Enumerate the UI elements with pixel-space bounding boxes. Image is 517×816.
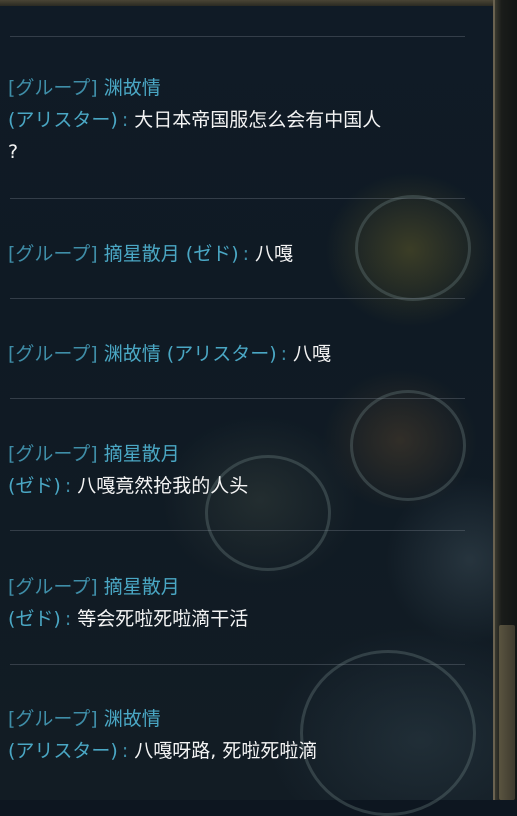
separator: : bbox=[121, 109, 129, 131]
message-divider bbox=[10, 298, 465, 299]
chat-message: [グループ] 摘星散月 (ゼド): 八嘎竟然抢我的人头 bbox=[8, 438, 478, 502]
message-divider bbox=[10, 198, 465, 199]
message-text: 八嘎竟然抢我的人头 bbox=[77, 475, 249, 497]
channel-tag: [グループ] bbox=[8, 243, 98, 265]
sender-champion: (アリスター) bbox=[166, 343, 277, 365]
sender-champion: (アリスター) bbox=[8, 740, 118, 762]
scrollbar-thumb[interactable] bbox=[499, 625, 515, 800]
sender-name[interactable]: 摘星散月 bbox=[104, 576, 180, 598]
separator: : bbox=[242, 243, 250, 265]
message-text: 等会死啦死啦滴干活 bbox=[77, 608, 249, 630]
sender-name[interactable]: 渊故情 bbox=[104, 343, 161, 365]
separator: : bbox=[280, 343, 288, 365]
sender-name[interactable]: 摘星散月 bbox=[104, 443, 180, 465]
message-text: 大日本帝国服怎么会有中国人 bbox=[134, 109, 382, 131]
channel-tag: [グループ] bbox=[8, 443, 98, 465]
channel-tag: [グループ] bbox=[8, 77, 98, 99]
sender-champion: (ゼド) bbox=[8, 608, 61, 630]
message-text: 八嘎 bbox=[255, 243, 294, 265]
sender-champion: (ゼド) bbox=[8, 475, 61, 497]
message-divider bbox=[10, 530, 465, 531]
chat-message: [グループ] 摘星散月 (ゼド): 八嘎 bbox=[8, 238, 478, 270]
message-text: 八嘎呀路, 死啦死啦滴 bbox=[134, 740, 318, 762]
chat-scrollbar[interactable] bbox=[493, 0, 517, 800]
chat-message: [グループ] 渊故情 (アリスター): 大日本帝国服怎么会有中国人 ? bbox=[8, 72, 478, 168]
message-text: ? bbox=[8, 141, 19, 163]
channel-tag: [グループ] bbox=[8, 708, 98, 730]
sender-name[interactable]: 渊故情 bbox=[104, 708, 161, 730]
message-divider bbox=[10, 664, 465, 665]
sender-champion: (ゼド) bbox=[185, 243, 239, 265]
chat-message: [グループ] 渊故情 (アリスター): 八嘎 bbox=[8, 338, 478, 370]
chat-log[interactable]: [グループ] 渊故情 (アリスター): 大日本帝国服怎么会有中国人 ? [グループ… bbox=[0, 0, 495, 800]
message-divider bbox=[10, 398, 465, 399]
message-divider bbox=[10, 36, 465, 37]
message-text: 八嘎 bbox=[293, 343, 332, 365]
chat-message: [グループ] 摘星散月 (ゼド): 等会死啦死啦滴干活 bbox=[8, 571, 478, 635]
separator: : bbox=[64, 475, 72, 497]
sender-name[interactable]: 渊故情 bbox=[104, 77, 161, 99]
sender-name[interactable]: 摘星散月 bbox=[104, 243, 180, 265]
separator: : bbox=[64, 608, 72, 630]
sender-champion: (アリスター) bbox=[8, 109, 118, 131]
chat-message: [グループ] 渊故情 (アリスター): 八嘎呀路, 死啦死啦滴 bbox=[8, 703, 478, 767]
separator: : bbox=[121, 740, 129, 762]
channel-tag: [グループ] bbox=[8, 343, 98, 365]
channel-tag: [グループ] bbox=[8, 576, 98, 598]
